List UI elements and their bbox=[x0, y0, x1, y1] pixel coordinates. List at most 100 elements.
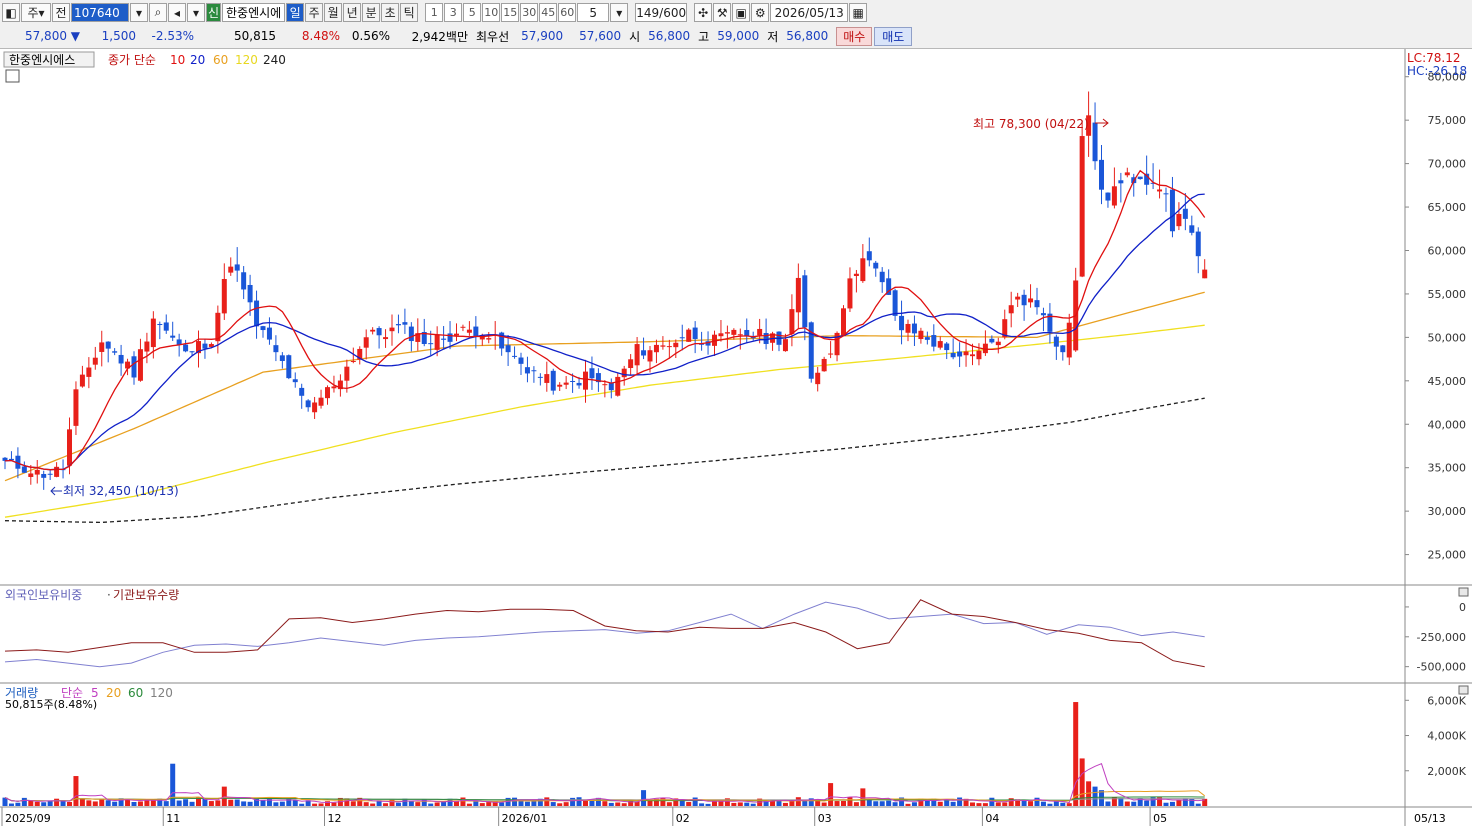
volume-bar bbox=[170, 763, 176, 806]
last-date-label: 05/13 bbox=[1414, 812, 1446, 825]
volume-ma120: 120 bbox=[150, 686, 173, 700]
y-tick-label: 35,000 bbox=[1428, 462, 1467, 475]
type-button[interactable]: 전 bbox=[52, 3, 70, 22]
candle-body bbox=[795, 277, 801, 313]
volume-bar bbox=[486, 802, 492, 806]
unit-dropdown-icon[interactable]: ▾ bbox=[610, 3, 629, 22]
settings-icon[interactable]: ⚙ bbox=[751, 3, 770, 22]
volume-bar bbox=[137, 801, 143, 806]
candle-body bbox=[247, 284, 253, 303]
candle-body bbox=[486, 338, 492, 340]
y-tick-label: 60,000 bbox=[1428, 244, 1467, 257]
indicator-close-icon[interactable] bbox=[1458, 587, 1469, 597]
mode-select[interactable]: 주 ▾ bbox=[21, 3, 51, 22]
stock-code-input[interactable]: 107640 bbox=[71, 3, 129, 22]
period-day[interactable]: 일 bbox=[286, 3, 305, 22]
volume-bar bbox=[821, 802, 827, 806]
x-tick-label: 05 bbox=[1153, 812, 1167, 825]
crosshair-icon[interactable]: ✣ bbox=[694, 3, 713, 22]
candle-body bbox=[608, 382, 614, 391]
candle-body bbox=[21, 466, 27, 473]
candle-body bbox=[176, 339, 182, 345]
candle-body bbox=[54, 466, 60, 477]
grid-toggle-icon[interactable] bbox=[5, 69, 20, 83]
interval-3[interactable]: 3 bbox=[444, 3, 463, 22]
candle-body bbox=[241, 272, 247, 290]
interval-30[interactable]: 30 bbox=[520, 3, 539, 22]
interval-5[interactable]: 5 bbox=[463, 3, 482, 22]
period-tick[interactable]: 틱 bbox=[400, 3, 419, 22]
count-display[interactable]: 149/600 bbox=[635, 3, 688, 22]
volume-bar bbox=[531, 801, 537, 806]
volume-bar bbox=[112, 801, 118, 806]
volume-bar bbox=[499, 802, 505, 806]
volume-value: 50,815 bbox=[234, 29, 276, 43]
sell-button[interactable]: 매도 bbox=[874, 26, 913, 46]
price-change: 1,500 bbox=[101, 29, 136, 43]
candle-body bbox=[376, 328, 382, 336]
interval-45[interactable]: 45 bbox=[539, 3, 558, 22]
tools-icon[interactable]: ⚒ bbox=[713, 3, 732, 22]
save-icon[interactable]: ▣ bbox=[732, 3, 751, 22]
volume-bar bbox=[1169, 801, 1175, 806]
volume-bar bbox=[428, 803, 434, 806]
indicator-tick-label: 0 bbox=[1459, 601, 1466, 614]
candle-body bbox=[1176, 213, 1182, 227]
low-price: 56,800 bbox=[786, 29, 829, 43]
candle-body bbox=[408, 326, 414, 342]
period-month[interactable]: 월 bbox=[324, 3, 343, 22]
candle-body bbox=[1079, 136, 1085, 277]
volume-sub-label: 50,815주(8.48%) bbox=[5, 698, 97, 711]
volume-bar bbox=[1047, 803, 1053, 806]
turnover-percent: 8.48% bbox=[301, 29, 340, 43]
candle-body bbox=[892, 290, 898, 316]
period-year[interactable]: 년 bbox=[343, 3, 362, 22]
unit-input[interactable]: 5 bbox=[577, 3, 610, 22]
code-dropdown-icon[interactable]: ▾ bbox=[130, 3, 148, 22]
search-icon[interactable]: ⌕ bbox=[149, 3, 167, 22]
period-minute[interactable]: 분 bbox=[362, 3, 381, 22]
period-week[interactable]: 주 bbox=[305, 3, 324, 22]
volume-bar bbox=[982, 803, 988, 806]
candle-body bbox=[144, 341, 150, 352]
calendar-icon[interactable]: ▦ bbox=[849, 3, 868, 22]
speaker-icon[interactable]: ◂ bbox=[168, 3, 186, 22]
high-label: 고 bbox=[698, 29, 710, 44]
layout-icon[interactable]: ◧ bbox=[2, 3, 20, 22]
chart-area[interactable]: 80,000 75,000 70,000 65,000 60,000 55,000 50,0… bbox=[0, 49, 1472, 826]
volume-bar bbox=[441, 801, 447, 806]
candle-body bbox=[92, 357, 98, 365]
chart-svg[interactable]: 80,00075,00070,00065,00060,00055,00050,0… bbox=[0, 49, 1472, 826]
interval-15[interactable]: 15 bbox=[501, 3, 520, 22]
candle-body bbox=[957, 351, 963, 357]
open-label: 시 bbox=[629, 29, 641, 44]
candle-body bbox=[1099, 159, 1104, 190]
date-input[interactable]: 2026/05/13 bbox=[770, 3, 849, 22]
low-annotation: 최저 32,450 (10/13) bbox=[63, 484, 179, 498]
candle-body bbox=[718, 333, 724, 337]
x-tick-label: 03 bbox=[818, 812, 832, 825]
volume-close-icon[interactable] bbox=[1458, 685, 1469, 695]
mode-label: 주 bbox=[27, 6, 39, 20]
volume-tick-label: 2,000K bbox=[1427, 765, 1466, 778]
interval-1[interactable]: 1 bbox=[425, 3, 444, 22]
y-tick-label: 70,000 bbox=[1428, 158, 1467, 171]
dropdown-icon[interactable]: ▾ bbox=[187, 3, 205, 22]
volume-bar bbox=[873, 801, 879, 806]
new-listing-badge: 신 bbox=[206, 3, 221, 22]
volume-bar bbox=[73, 776, 79, 806]
interval-60[interactable]: 60 bbox=[558, 3, 577, 22]
candle-body bbox=[841, 308, 846, 337]
candle-body bbox=[821, 358, 827, 372]
candle-body bbox=[505, 345, 511, 353]
candle-body bbox=[47, 473, 53, 475]
candle-body bbox=[963, 351, 969, 356]
interval-10[interactable]: 10 bbox=[482, 3, 501, 22]
volume-bar bbox=[21, 797, 27, 806]
buy-button[interactable]: 매수 bbox=[836, 26, 873, 46]
candle-body bbox=[150, 318, 156, 348]
indicator-tick-label: -500,000 bbox=[1417, 661, 1466, 674]
volume-bar bbox=[208, 801, 214, 806]
stock-name: 한중엔시에 bbox=[222, 3, 286, 22]
period-second[interactable]: 초 bbox=[381, 3, 400, 22]
